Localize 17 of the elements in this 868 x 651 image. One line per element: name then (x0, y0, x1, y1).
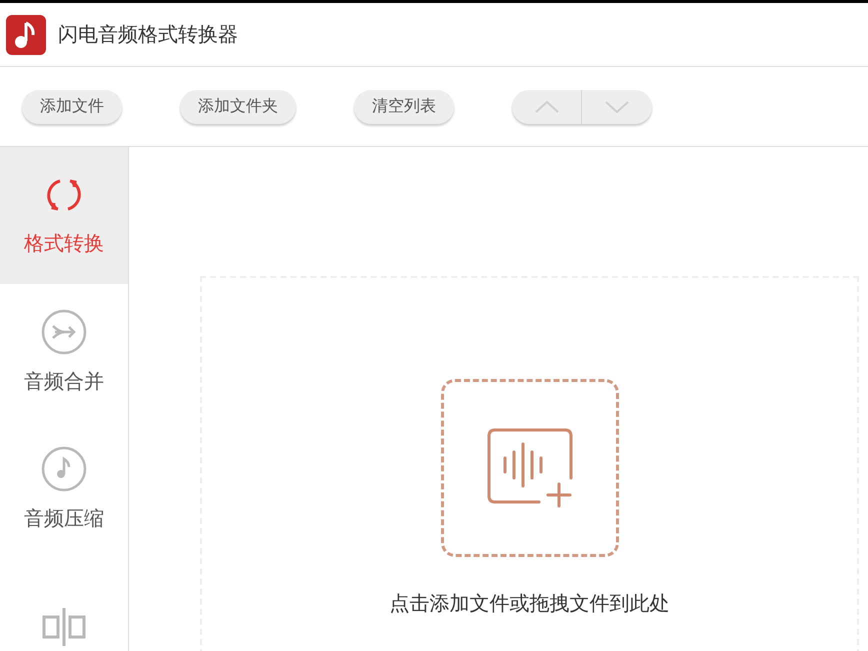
sidebar-label: 音频压缩 (24, 506, 104, 532)
sidebar-label: 格式转换 (24, 232, 104, 256)
add-file-box[interactable] (440, 379, 618, 557)
toolbar-button[interactable]: 添加文件夹 (180, 90, 296, 124)
toolbar-button[interactable]: 添加文件 (22, 90, 122, 124)
music-note-icon (41, 446, 87, 492)
window-title: 闪电音频格式转换器 (58, 22, 238, 48)
sidebar-label: 音频合并 (24, 370, 104, 394)
app-logo-icon (6, 14, 46, 54)
toolbar-button[interactable]: 清空列表 (354, 90, 454, 124)
audio-wave-plus-icon (486, 428, 572, 508)
drop-zone[interactable]: 点击添加文件或拖拽文件到此处 (200, 276, 859, 651)
chevron-down-icon (605, 100, 629, 112)
sidebar-item[interactable]: 格式转换 (0, 147, 128, 284)
chevron-up-icon (534, 100, 558, 112)
split-icon (41, 606, 87, 646)
drop-hint: 点击添加文件或拖拽文件到此处 (390, 592, 670, 617)
